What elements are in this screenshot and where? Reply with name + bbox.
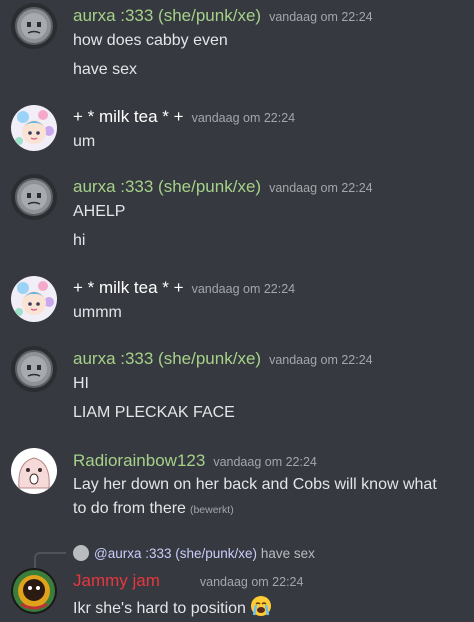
username[interactable]: Jammy jam — [73, 571, 160, 590]
timestamp: vandaag om 22:24 — [213, 455, 317, 469]
message-line: to do from there (bewerkt) — [73, 500, 234, 518]
edited-label: (bewerkt) — [189, 504, 234, 516]
message-header: Jammy jam vandaag om 22:24 — [73, 571, 303, 591]
reply-avatar — [73, 545, 89, 561]
timestamp: vandaag om 22:24 — [269, 181, 373, 195]
reply-mention[interactable]: @aurxa :333 (she/punk/xe) — [94, 546, 257, 561]
message-header: Radiorainbow123 vandaag om 22:24 — [73, 451, 317, 471]
avatar[interactable] — [11, 568, 57, 614]
avatar[interactable] — [11, 105, 57, 151]
message-line: hi — [73, 232, 86, 249]
message-line: Ikr she's hard to position — [73, 595, 272, 622]
reply-text: have sex — [260, 546, 315, 561]
message-line: AHELP — [73, 203, 126, 220]
avatar[interactable] — [11, 448, 57, 494]
timestamp: vandaag om 22:24 — [269, 353, 373, 367]
avatar[interactable] — [11, 174, 57, 220]
message-text: Ikr she's hard to position — [73, 600, 246, 617]
message-line: Lay her down on her back and Cobs will k… — [73, 476, 437, 493]
reply-preview[interactable]: @aurxa :333 (she/punk/xe) have sex — [73, 545, 315, 561]
avatar[interactable] — [11, 276, 57, 322]
message-line: ummm — [73, 304, 122, 321]
message-header: + * milk tea * + vandaag om 22:24 — [73, 107, 295, 127]
username[interactable]: + * milk tea * + — [73, 107, 184, 126]
message-header: aurxa :333 (she/punk/xe) vandaag om 22:24 — [73, 177, 373, 197]
message-line: HI — [73, 375, 89, 392]
username[interactable]: aurxa :333 (she/punk/xe) — [73, 6, 261, 25]
username[interactable]: aurxa :333 (she/punk/xe) — [73, 177, 261, 196]
message-header: + * milk tea * + vandaag om 22:24 — [73, 278, 295, 298]
username[interactable]: + * milk tea * + — [73, 278, 184, 297]
chat-log: aurxa :333 (she/punk/xe) vandaag om 22:24… — [0, 0, 474, 619]
message-line: um — [73, 133, 96, 150]
message-text: to do from there — [73, 500, 186, 517]
timestamp: vandaag om 22:24 — [199, 575, 304, 589]
message-line: LIAM PLECKAK FACE — [73, 404, 235, 421]
avatar[interactable] — [11, 346, 57, 392]
timestamp: vandaag om 22:24 — [191, 111, 296, 125]
username[interactable]: Radiorainbow123 — [73, 451, 205, 470]
crying-face-icon — [250, 595, 272, 622]
timestamp: vandaag om 22:24 — [191, 282, 296, 296]
message-line: have sex — [73, 61, 138, 78]
timestamp: vandaag om 22:24 — [269, 10, 373, 24]
message-header: aurxa :333 (she/punk/xe) vandaag om 22:24 — [73, 349, 373, 369]
message-header: aurxa :333 (she/punk/xe) vandaag om 22:24 — [73, 6, 373, 26]
username[interactable]: aurxa :333 (she/punk/xe) — [73, 349, 261, 368]
reply-connector — [34, 552, 66, 568]
avatar[interactable] — [11, 3, 57, 49]
message-line: how does cabby even — [73, 32, 228, 49]
